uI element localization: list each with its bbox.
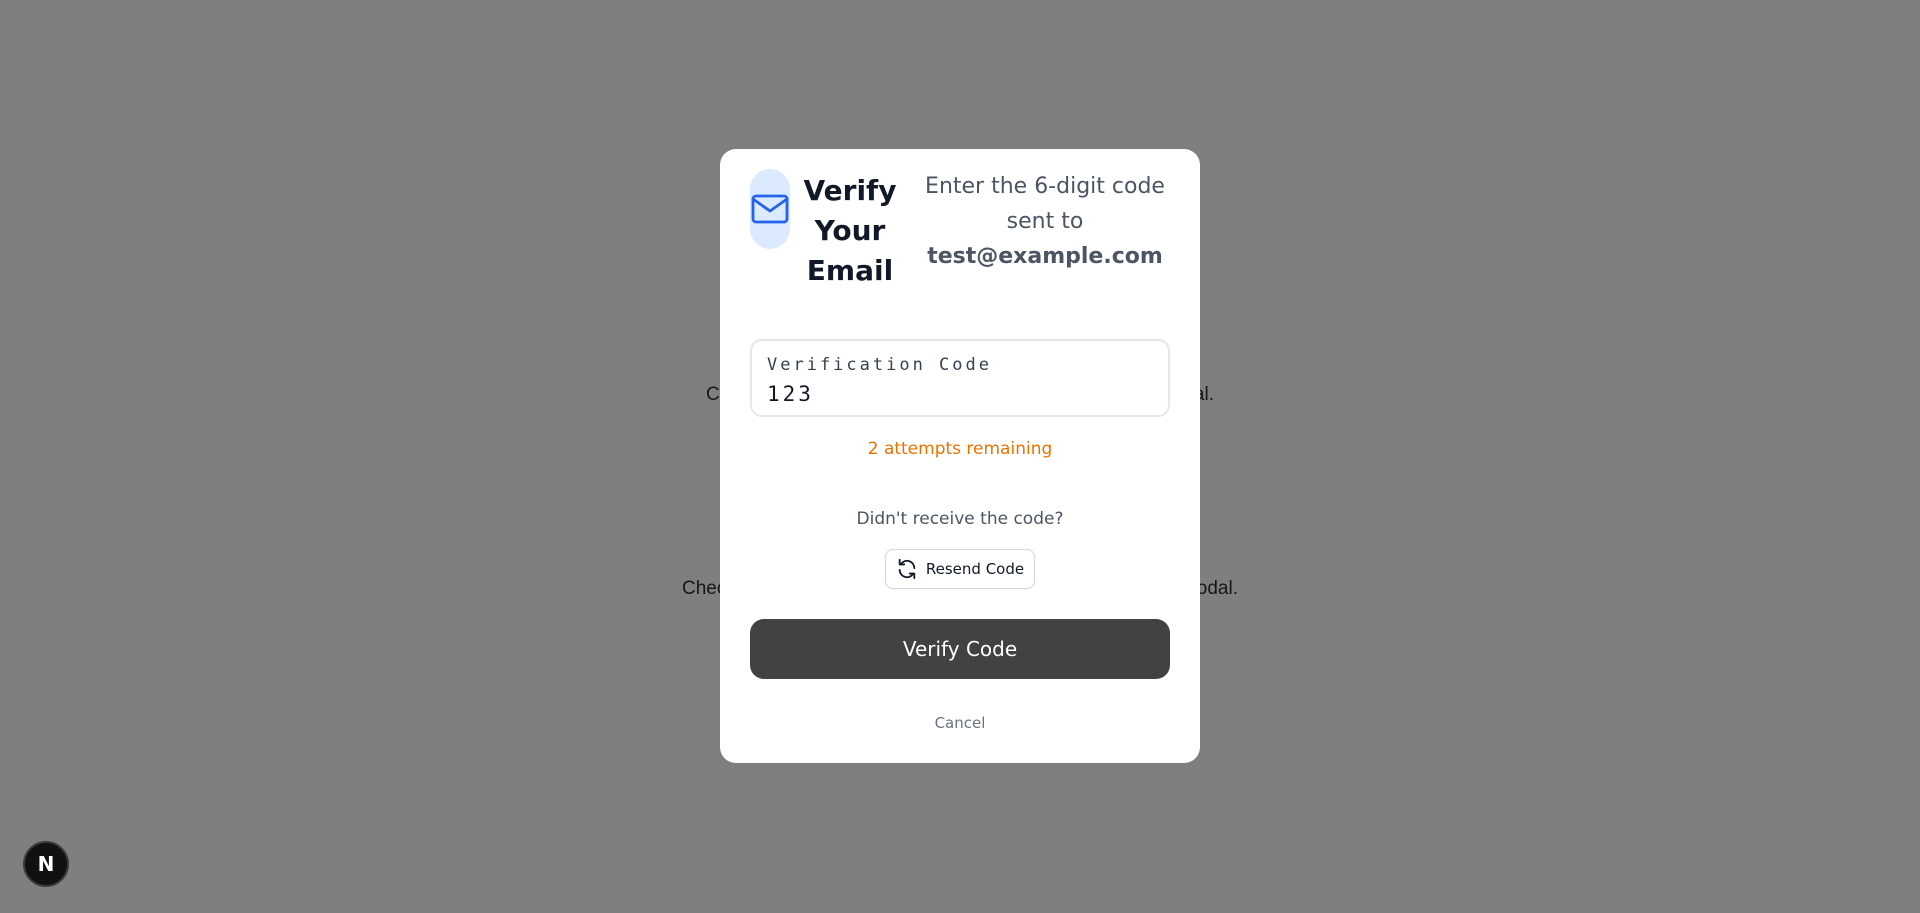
mail-icon-container <box>750 169 790 249</box>
modal-header: Verify Your Email Enter the 6-digit code… <box>750 169 1170 299</box>
nextjs-dev-badge[interactable]: N <box>23 841 69 887</box>
resend-prompt: Didn't receive the code? <box>856 509 1064 529</box>
verification-code-field[interactable]: Verification Code <box>750 339 1170 417</box>
resend-code-button[interactable]: Resend Code <box>885 549 1035 589</box>
modal-title: Verify Your Email <box>803 174 897 287</box>
verification-code-label: Verification Code <box>767 355 992 375</box>
cancel-button[interactable]: Cancel <box>910 711 1010 735</box>
verify-email-modal: Verify Your Email Enter the 6-digit code… <box>720 149 1200 763</box>
mail-icon <box>751 194 789 224</box>
verify-code-button[interactable]: Verify Code <box>750 619 1170 679</box>
verification-code-input[interactable] <box>767 379 1147 409</box>
attempts-remaining-text: 2 attempts remaining <box>867 439 1053 459</box>
refresh-icon <box>898 558 916 580</box>
resend-code-label: Resend Code <box>925 560 1025 578</box>
modal-subtitle: Enter the 6-digit code sent to test@exam… <box>920 169 1170 274</box>
email-address: test@example.com <box>927 244 1163 269</box>
subtitle-text: Enter the 6-digit code sent to <box>925 174 1165 234</box>
